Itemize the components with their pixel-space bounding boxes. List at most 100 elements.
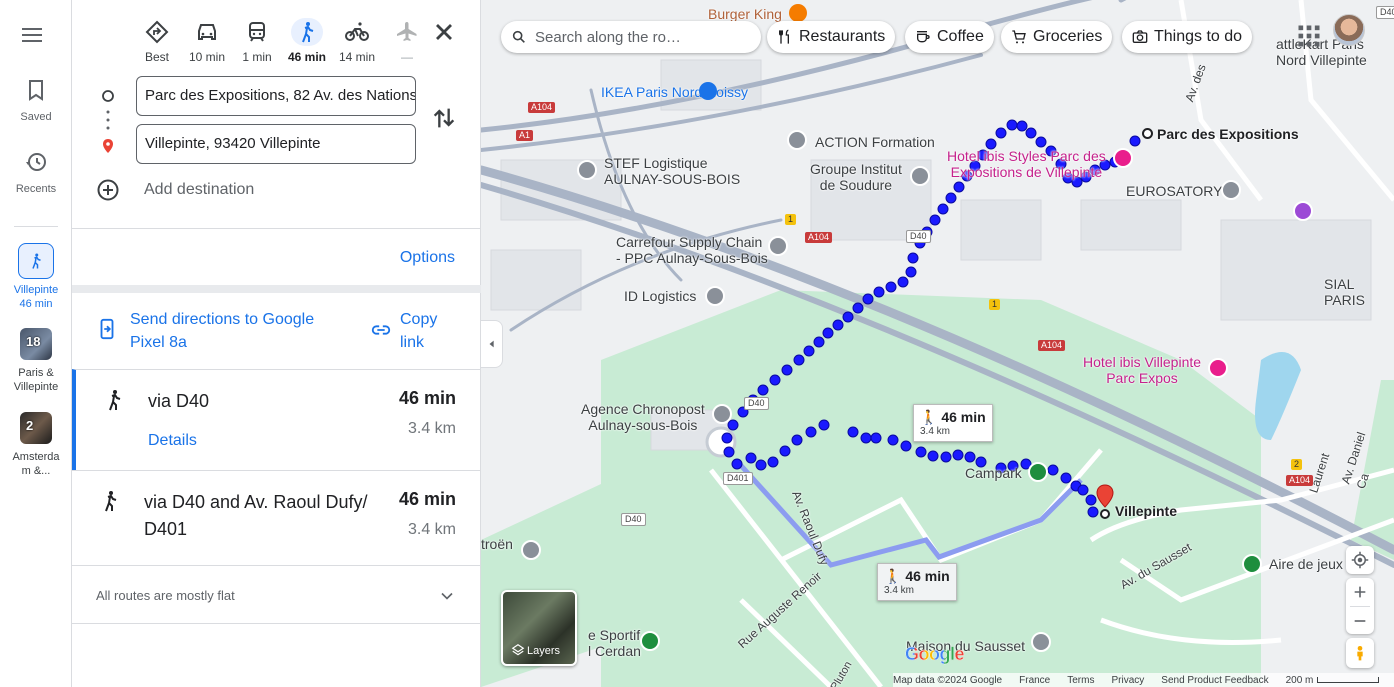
hotel-icon[interactable] [1113, 148, 1133, 168]
scale-label[interactable]: 200 m [1286, 675, 1314, 686]
poi-parc-expositions[interactable]: Parc des Expositions [1157, 126, 1299, 142]
search-along-route-input[interactable]: Search along the ro… [501, 21, 761, 53]
poi-hotel-ibis[interactable]: Hotel ibis Villepinte Parc Expos [1083, 354, 1201, 386]
route-details-link[interactable]: Details [148, 432, 197, 450]
mode-drive[interactable]: 10 min [182, 18, 232, 64]
send-to-phone-button[interactable]: Send directions to Google Pixel 8a [96, 308, 366, 354]
elevation-note[interactable]: All routes are mostly flat [72, 565, 481, 624]
recents-button[interactable]: Recents [0, 150, 72, 195]
trip-amsterdam[interactable]: 2 Amsterda m &... [0, 412, 72, 478]
mode-walk[interactable]: 46 min [282, 18, 332, 64]
my-location-button[interactable] [1346, 546, 1374, 574]
poi-citroen[interactable]: troën [481, 536, 513, 552]
mode-bike[interactable]: 14 min [332, 18, 382, 64]
poi-carrefour[interactable]: Carrefour Supply Chain - PPC Aulnay-Sous… [616, 234, 768, 266]
layers-icon [511, 644, 525, 656]
chip-things-to-do[interactable]: Things to do [1122, 21, 1253, 53]
mode-best[interactable]: Best [132, 18, 182, 64]
destination-pin-icon[interactable] [1095, 484, 1115, 520]
saved-button[interactable]: Saved [0, 78, 72, 123]
account-avatar[interactable] [1333, 14, 1365, 46]
bicycle-icon [341, 18, 373, 46]
chip-groceries[interactable]: Groceries [1001, 21, 1113, 53]
feedback-link[interactable]: Send Product Feedback [1161, 675, 1268, 686]
poi-marker-icon[interactable] [768, 236, 788, 256]
map-canvas[interactable]: Burger King IKEA Paris Nord Roissy STEF … [481, 0, 1394, 687]
terms-link[interactable]: Terms [1067, 675, 1094, 686]
mode-transit[interactable]: 1 min [232, 18, 282, 64]
options-button[interactable]: Options [400, 249, 455, 267]
chip-restaurants[interactable]: Restaurants [767, 21, 896, 53]
poi-hotel-ibis-styles[interactable]: Hotel ibis Styles Parc des Expositions d… [947, 148, 1106, 180]
poi-aire-de-jeux[interactable]: Aire de jeux [1269, 556, 1343, 572]
origin-marker-icon[interactable] [1142, 128, 1153, 139]
walking-icon [291, 18, 323, 46]
poi-sportif[interactable]: e Sportif l Cerdan [588, 627, 641, 659]
restaurant-icon[interactable] [789, 4, 807, 22]
destination-label[interactable]: Villepinte [1115, 503, 1177, 519]
poi-marker-icon[interactable] [705, 286, 725, 306]
trip-villepinte[interactable]: Villepinte 46 min [0, 243, 72, 311]
country-link[interactable]: France [1019, 675, 1050, 686]
park-icon[interactable] [640, 631, 660, 651]
zoom-out-button[interactable] [1352, 607, 1368, 634]
coffee-icon [917, 31, 930, 43]
poi-action-formation[interactable]: ACTION Formation [815, 134, 935, 150]
poi-marker-icon[interactable] [1031, 632, 1051, 652]
park-icon[interactable] [1028, 462, 1048, 482]
chevron-left-icon [489, 340, 494, 348]
mode-flight[interactable]: — [382, 18, 432, 64]
zoom-in-button[interactable] [1352, 578, 1368, 606]
poi-marker-icon[interactable] [577, 160, 597, 180]
poi-marker-icon[interactable] [910, 166, 930, 186]
collapse-panel-button[interactable] [481, 320, 503, 368]
poi-marker-icon[interactable] [521, 540, 541, 560]
recents-label: Recents [15, 183, 57, 195]
menu-icon[interactable] [22, 24, 50, 48]
poi-campark[interactable]: Campark [965, 465, 1022, 481]
alt-route-time-tooltip[interactable]: 🚶 46 min 3.4 km [877, 563, 957, 601]
route-time-tooltip[interactable]: 🚶 46 min 3.4 km [913, 404, 993, 442]
poi-id-logistics[interactable]: ID Logistics [624, 288, 696, 304]
poi-stef[interactable]: STEF Logistique AULNAY-SOUS-BOIS [604, 155, 740, 187]
pegman-icon [1357, 646, 1363, 661]
park-icon[interactable] [1242, 554, 1262, 574]
road-shield: 2 [1291, 459, 1303, 470]
apps-grid-icon[interactable] [1295, 22, 1323, 50]
destination-input[interactable]: Villepinte, 93420 Villepinte [136, 124, 416, 164]
poi-marker-icon[interactable] [1221, 180, 1241, 200]
attraction-icon[interactable] [1293, 201, 1313, 221]
chip-coffee[interactable]: Coffee [905, 21, 994, 53]
poi-groupe-institut[interactable]: Groupe Institut de Soudure [810, 161, 902, 193]
trip-paris-villepinte[interactable]: 18 Paris & Villepinte [0, 328, 72, 394]
tooltip-time: 🚶 46 min [920, 409, 986, 425]
poi-marker-icon[interactable] [787, 130, 807, 150]
poi-sial[interactable]: SIAL PARIS [1324, 276, 1394, 308]
car-icon [191, 18, 223, 46]
add-destination-button[interactable]: Add destination [96, 178, 254, 202]
route-option[interactable]: via D40 46 min 3.4 km Details [72, 369, 481, 470]
poi-marker-icon[interactable] [712, 404, 732, 424]
privacy-link[interactable]: Privacy [1111, 675, 1144, 686]
mode-label: — [401, 50, 413, 64]
shopping-bag-icon[interactable] [699, 82, 717, 100]
copy-link-button[interactable]: Copy link [370, 308, 450, 354]
chip-label: Coffee [937, 28, 984, 45]
poi-eurosatory[interactable]: EUROSATORY [1126, 183, 1222, 199]
origin-input[interactable]: Parc des Expositions, 82 Av. des Nations [136, 76, 416, 116]
map-data-attribution: Map data ©2024 Google [893, 674, 1003, 686]
layers-button[interactable]: Layers [501, 590, 577, 666]
hotel-icon[interactable] [1208, 358, 1228, 378]
poi-ikea[interactable]: IKEA Paris Nord Roissy [601, 84, 748, 100]
route-option[interactable]: via D40 and Av. Raoul Dufy/ D401 46 min … [72, 470, 481, 565]
close-directions-button[interactable] [430, 18, 458, 46]
street-view-pegman[interactable] [1346, 638, 1374, 668]
diamond-arrow-icon [141, 18, 173, 46]
search-icon [512, 30, 525, 43]
swap-button[interactable] [430, 104, 458, 132]
tooltip-distance: 3.4 km [920, 426, 951, 437]
road-shield: 1 [989, 299, 1001, 310]
poi-chronopost[interactable]: Agence Chronopost Aulnay-sous-Bois [581, 401, 705, 433]
poi-burger-king[interactable]: Burger King [708, 6, 782, 22]
trip-line2: m &... [21, 465, 51, 477]
